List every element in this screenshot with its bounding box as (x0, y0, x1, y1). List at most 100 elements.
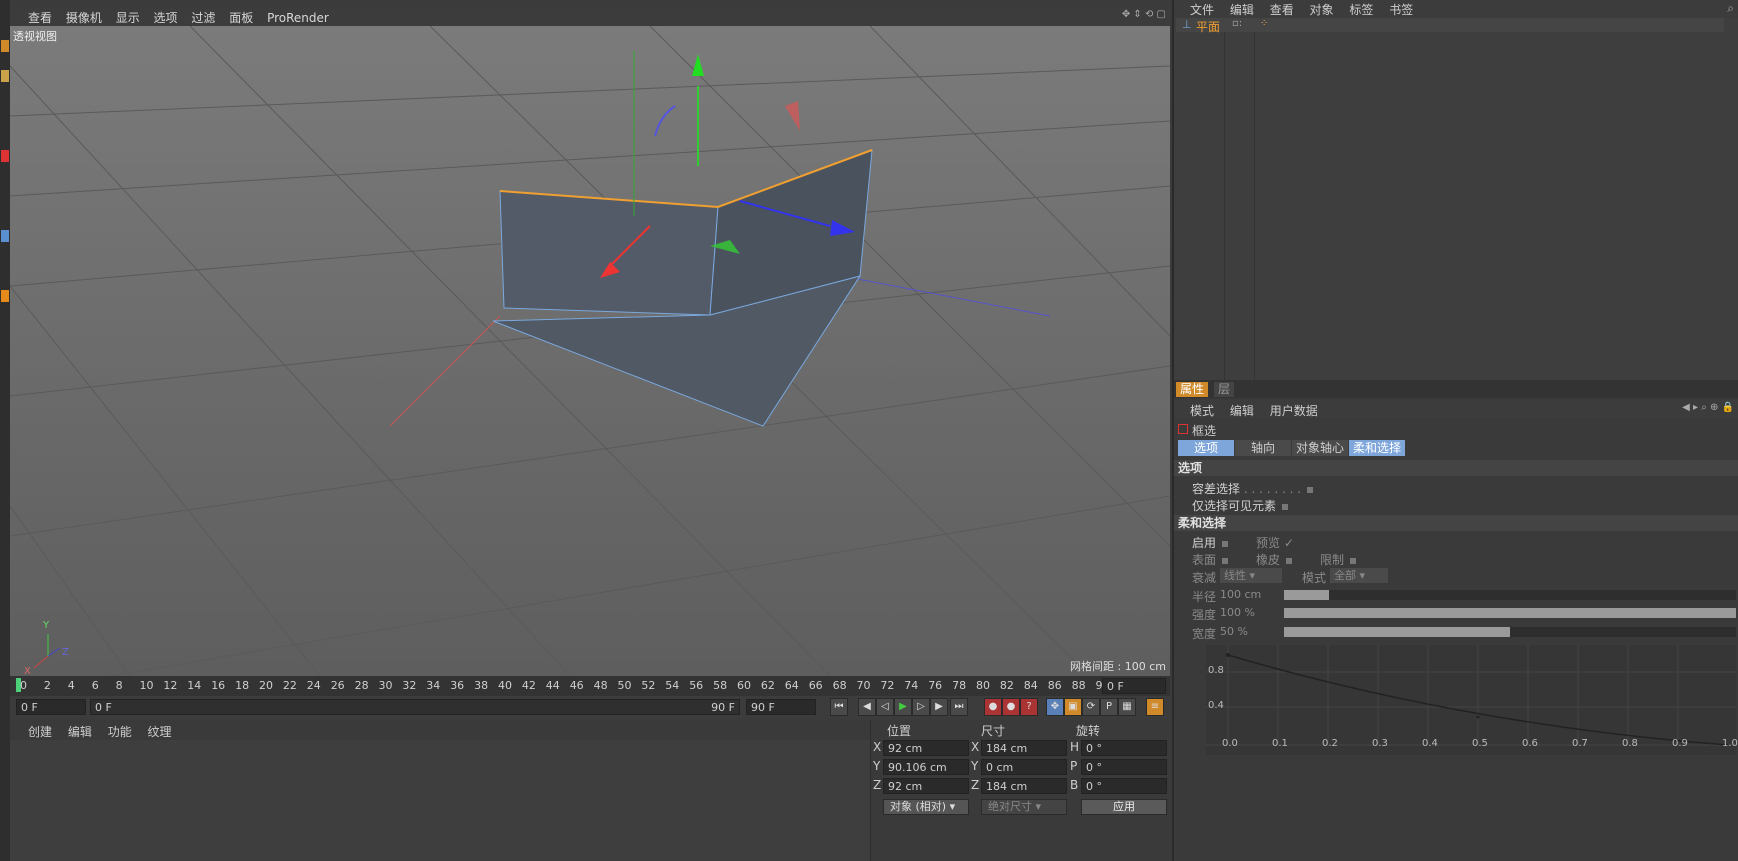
end-frame-field[interactable]: 90 F (746, 699, 816, 715)
timeline-tick: 56 (689, 679, 704, 692)
rubber-row[interactable]: 橡皮 (1256, 551, 1293, 568)
attribute-nav-icons[interactable]: ◀ ▸ ⌕ ⊕ 🔒 (1682, 402, 1734, 413)
material-menu-create[interactable]: 创建 (28, 725, 52, 739)
material-area[interactable] (10, 740, 870, 861)
tool-icon[interactable] (1, 290, 9, 302)
enable-checkbox[interactable] (1222, 540, 1229, 547)
om-menu-object[interactable]: 对象 (1310, 3, 1334, 17)
next-key-button[interactable]: ▶ (930, 698, 948, 716)
material-menu-edit[interactable]: 编辑 (68, 725, 92, 739)
size-x-field[interactable]: 184 cm (981, 740, 1067, 756)
pla-key-button[interactable]: ▦ (1118, 698, 1136, 716)
tool-icon[interactable] (1, 150, 9, 162)
start-frame-field[interactable]: 0 F (16, 699, 86, 715)
om-menu-edit[interactable]: 编辑 (1230, 3, 1254, 17)
visible-only-row[interactable]: 仅选择可见元素 (1192, 497, 1289, 514)
radius-value[interactable]: 100 cm (1220, 588, 1261, 601)
menu-display[interactable]: 显示 (116, 11, 140, 25)
rot-p-field[interactable]: 0 ° (1081, 759, 1167, 775)
material-menu-function[interactable]: 功能 (108, 725, 132, 739)
pos-z-field[interactable]: 92 cm (883, 778, 969, 794)
subtab-options[interactable]: 选项 (1178, 440, 1234, 456)
falloff-graph[interactable]: 0.8 0.4 0.0 0.1 0.2 0.3 0.4 0.5 0.6 0.7 0.8 0.9 1.… (1206, 645, 1738, 755)
surface-row[interactable]: 表面 (1192, 551, 1229, 568)
am-menu-mode[interactable]: 模式 (1190, 404, 1214, 418)
prev-key-button[interactable]: ◀ (858, 698, 876, 716)
menu-options[interactable]: 选项 (154, 11, 178, 25)
record-key-button[interactable]: ● (984, 698, 1002, 716)
visibility-toggle-icon[interactable]: ▫: (1232, 18, 1242, 29)
tool-icon[interactable] (1, 40, 9, 52)
goto-end-button[interactable]: ⏭ (950, 698, 968, 716)
attribute-menubar: 模式 编辑 用户数据 ◀ ▸ ⌕ ⊕ 🔒 (1174, 400, 1738, 418)
timeline-settings-button[interactable]: ≡ (1146, 698, 1164, 716)
tag-icon[interactable]: ⁘ (1260, 18, 1268, 29)
om-menu-bookmark[interactable]: 书签 (1389, 3, 1413, 17)
subtab-axis[interactable]: 轴向 (1235, 440, 1291, 456)
object-row[interactable]: ⊥ 平面 ▫: ⁘ (1176, 18, 1724, 35)
object-name[interactable]: 平面 (1196, 18, 1220, 35)
size-z-field[interactable]: 184 cm (981, 778, 1067, 794)
radius-slider[interactable] (1284, 590, 1736, 600)
search-icon[interactable]: ⌕ (1727, 1, 1734, 16)
current-frame-field[interactable]: 0 F (1102, 678, 1166, 694)
enable-row[interactable]: 启用 (1192, 534, 1229, 551)
falloff-select[interactable]: 线性 ▾ (1220, 568, 1282, 583)
next-frame-button[interactable]: ▷ (912, 698, 930, 716)
tab-attributes[interactable]: 属性 (1176, 382, 1209, 397)
viewport-nav-icons[interactable]: ✥ ⇕ ⟲ ▢ (1122, 9, 1166, 20)
om-menu-view[interactable]: 查看 (1270, 3, 1294, 17)
pos-y-field[interactable]: 90.106 cm (883, 759, 969, 775)
move-key-button[interactable]: ✥ (1046, 698, 1064, 716)
apply-button[interactable]: 应用 (1081, 799, 1167, 815)
keyframe-selection-button[interactable]: ? (1020, 698, 1038, 716)
tolerance-checkbox[interactable] (1307, 486, 1314, 493)
restrict-row[interactable]: 限制 (1320, 551, 1357, 568)
param-key-button[interactable]: P (1100, 698, 1118, 716)
subtab-soft-selection[interactable]: 柔和选择 (1349, 440, 1405, 456)
menu-camera[interactable]: 摄像机 (66, 11, 102, 25)
rotate-key-button[interactable]: ⟳ (1082, 698, 1100, 716)
subtab-object-axis[interactable]: 对象轴心 (1292, 440, 1348, 456)
mode-select[interactable]: 全部 ▾ (1330, 568, 1388, 583)
scale-key-button[interactable]: ▣ (1064, 698, 1082, 716)
width-value[interactable]: 50 % (1220, 625, 1248, 638)
perspective-viewport[interactable]: 透视视图 Y X Z 网格间距: 100 cm (10, 26, 1170, 676)
visible-only-checkbox[interactable] (1282, 503, 1289, 510)
prev-frame-button[interactable]: ◁ (876, 698, 894, 716)
material-menu-texture[interactable]: 纹理 (148, 725, 172, 739)
width-slider[interactable] (1284, 627, 1736, 637)
mode-value: 全部 (1334, 569, 1356, 582)
am-menu-edit[interactable]: 编辑 (1230, 404, 1254, 418)
menu-panel[interactable]: 面板 (229, 11, 253, 25)
object-list[interactable]: ⊥ 平面 ▫: ⁘ (1174, 18, 1738, 380)
coordinate-mode-select[interactable]: 对象 (相对) ▾ (883, 799, 969, 815)
om-menu-tag[interactable]: 标签 (1349, 3, 1373, 17)
size-y-field[interactable]: 0 cm (981, 759, 1067, 775)
tab-layers[interactable]: 层 (1214, 382, 1235, 397)
strength-slider[interactable] (1284, 608, 1736, 618)
timeline-tick: 6 (91, 679, 99, 692)
scene-canvas[interactable] (10, 26, 1170, 676)
preview-row[interactable]: 预览 ✓ (1256, 534, 1294, 551)
goto-start-button[interactable]: ⏮ (830, 698, 848, 716)
tool-icon[interactable] (1, 230, 9, 242)
tool-icon[interactable] (1, 70, 9, 82)
play-button[interactable]: ▶ (894, 698, 912, 716)
range-slider[interactable]: 0 F 90 F (90, 699, 740, 715)
timeline-tick: 2 (43, 679, 51, 692)
size-mode-select[interactable]: 绝对尺寸 ▾ (981, 799, 1067, 815)
strength-value[interactable]: 100 % (1220, 606, 1255, 619)
am-menu-userdata[interactable]: 用户数据 (1270, 404, 1318, 418)
timeline-tick: 36 (450, 679, 465, 692)
rot-b-field[interactable]: 0 ° (1081, 778, 1167, 794)
menu-view[interactable]: 查看 (28, 11, 52, 25)
menu-filter[interactable]: 过滤 (191, 11, 215, 25)
tolerance-select-row[interactable]: 容差选择 . . . . . . . . (1192, 480, 1314, 497)
om-menu-file[interactable]: 文件 (1190, 3, 1214, 17)
pos-x-field[interactable]: 92 cm (883, 740, 969, 756)
auto-key-button[interactable]: ● (1002, 698, 1020, 716)
menu-prorender[interactable]: ProRender (267, 11, 329, 25)
timeline-ruler[interactable]: 0 2 4 6 8 10 12 14 16 18 20 22 24 26 28 30 32 34 36 38 40 42 4… (10, 676, 1170, 696)
rot-h-field[interactable]: 0 ° (1081, 740, 1167, 756)
